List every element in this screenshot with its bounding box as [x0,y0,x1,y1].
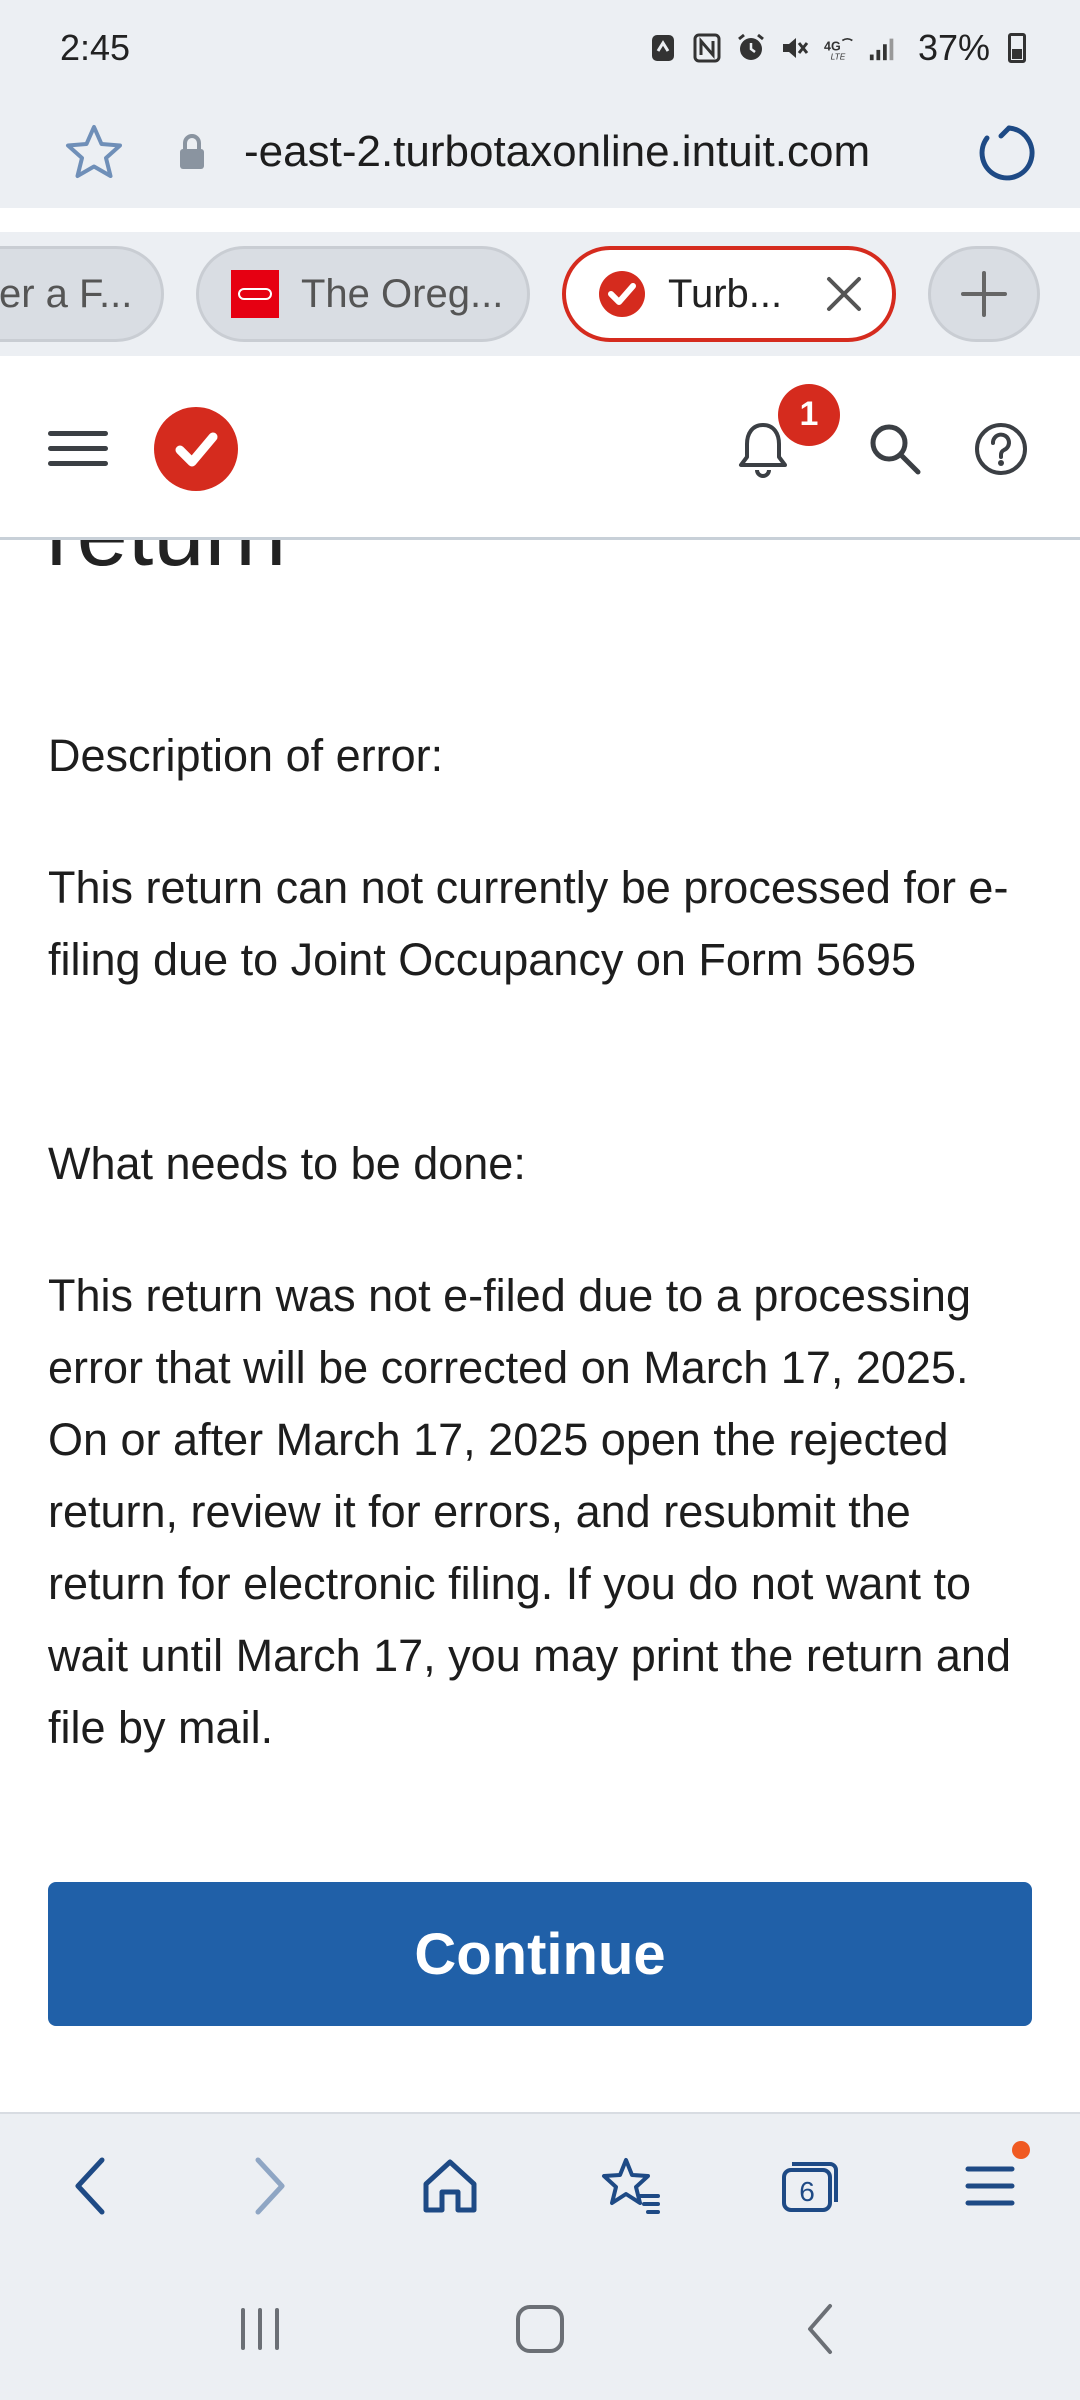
menu-hamburger-icon[interactable] [48,419,108,479]
reload-icon[interactable] [970,117,1040,187]
menu-icon [965,2166,1015,2206]
nintendo-favicon-icon [231,270,279,318]
home-button[interactable] [360,2113,540,2259]
close-tab-icon[interactable] [822,272,866,316]
menu-notification-dot [1012,2141,1030,2159]
lte-signal-icon: 4G LTE [824,33,854,63]
turbotax-logo[interactable] [154,406,238,491]
action-text: This return was not e-filed due to a pro… [48,1270,1011,1753]
bookmark-star-icon[interactable] [60,118,128,186]
recent-apps-icon[interactable] [220,2289,300,2369]
home-system-icon[interactable] [500,2289,580,2369]
address-bar: -east-2.turbotaxonline.intuit.com [0,96,1080,208]
browser-toolbar: 6 [0,2112,1080,2258]
alarm-icon [736,33,766,63]
tab-turbotax-active[interactable]: Turb... [562,246,896,342]
mute-icon [780,33,810,63]
battery-icon [1008,33,1026,63]
continue-button[interactable]: Continue [48,1882,1032,2026]
back-button[interactable] [0,2113,180,2259]
search-icon[interactable] [860,414,930,484]
tab-label: The Oreg... [301,271,504,316]
turbotax-favicon-icon [598,270,646,318]
home-icon [423,2159,477,2213]
bookmarks-star-icon [602,2158,660,2214]
signal-strength-icon [868,33,898,63]
plus-icon [961,271,1007,317]
chevron-right-icon [255,2157,285,2215]
tab-count: 6 [799,2176,815,2207]
bookmarks-button[interactable] [540,2113,720,2259]
status-icons: 4G LTE 37% [648,27,1026,69]
lock-icon[interactable] [170,122,214,182]
url-text[interactable]: -east-2.turbotaxonline.intuit.com [244,127,970,177]
page-heading-partial: return [46,540,286,587]
browser-menu-button[interactable] [900,2113,1080,2259]
battery-percent: 37% [917,27,990,68]
notifications-button[interactable]: 1 [728,383,840,484]
tab-label: Turb... [668,271,783,316]
forward-button[interactable] [180,2113,360,2259]
action-label: What needs to be done: [48,1138,526,1189]
nfc-icon [692,33,722,63]
description-label: Description of error: [48,730,444,781]
app-header: 1 [0,360,1080,540]
description-text: This return can not currently be process… [48,862,1009,985]
system-back-icon[interactable] [780,2289,860,2369]
notification-badge: 1 [778,383,840,446]
status-bar: 2:45 4G LTE 37% [0,0,1080,96]
main-content: return Description of error: This return… [0,540,1080,2112]
app-notification-icon [648,33,678,63]
new-tab-button[interactable] [928,246,1040,342]
tab-label: er a F... [0,271,133,316]
status-time: 2:45 [60,27,131,68]
tab-previous[interactable]: er a F... [0,246,164,342]
svg-text:LTE: LTE [831,52,846,62]
help-icon[interactable] [966,414,1036,484]
tab-oregon[interactable]: The Oreg... [196,246,530,342]
tabs-icon: 6 [782,2162,838,2212]
chevron-left-icon [75,2157,105,2215]
tab-strip: er a F... The Oreg... Turb... [0,232,1080,356]
tabs-button[interactable]: 6 [720,2113,900,2259]
system-nav-bar [0,2258,1080,2400]
